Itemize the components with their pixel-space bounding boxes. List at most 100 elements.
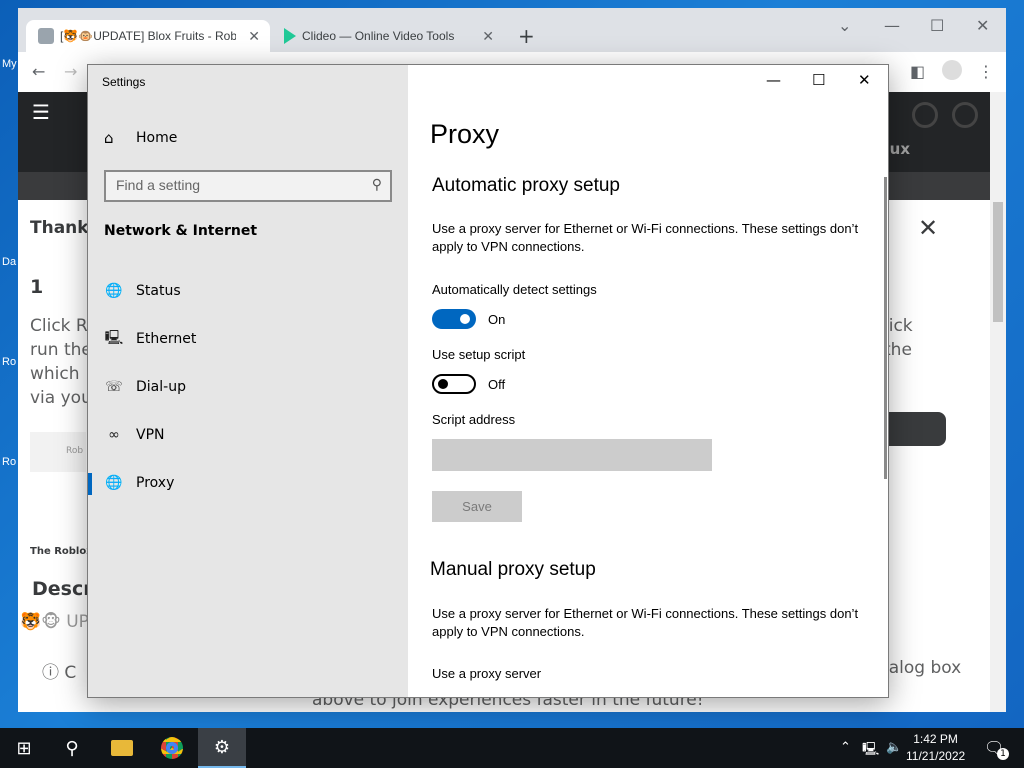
taskbar: ⊞ ⚲ ⚙ ⌃ 🖳 🔈 1:42 PM 11/21/2022 🗨 1 (0, 728, 1024, 768)
forward-arrow-icon[interactable]: → (64, 62, 77, 81)
manual-proxy-heading: Manual proxy setup (430, 559, 596, 580)
setup-script-state: Off (488, 377, 506, 392)
robux-hexagon-icon[interactable] (912, 102, 938, 128)
search-placeholder: Find a setting (116, 177, 201, 193)
desktop-icon-label[interactable]: Ro (2, 456, 16, 468)
nav-item-proxy[interactable]: 🌐 Proxy (88, 463, 408, 503)
script-address-label: Script address (432, 412, 516, 427)
nav-label: Status (136, 283, 181, 299)
content-scrollbar[interactable] (884, 177, 887, 479)
description-title: Descr (32, 578, 93, 600)
nav-item-status[interactable]: 🌐 Status (88, 271, 408, 311)
settings-window: Settings ⌂ Home Find a setting ⚲ Network… (87, 64, 889, 698)
modal-footnote: The Roblox (30, 546, 93, 557)
close-window-icon[interactable]: ✕ (976, 16, 989, 35)
close-tab-icon[interactable]: ✕ (248, 28, 260, 45)
maximize-icon[interactable]: ☐ (930, 16, 944, 35)
notification-count-badge: 1 (997, 748, 1009, 760)
clideo-favicon-icon (284, 28, 296, 44)
tab-title: Clideo — Online Video Tools (302, 29, 455, 43)
window-title: Settings (102, 75, 146, 89)
toggle-knob (438, 379, 448, 389)
modal-close-icon[interactable]: ✕ (918, 214, 938, 242)
clock[interactable]: 1:42 PM 11/21/2022 (906, 731, 965, 765)
search-icon[interactable]: ⚲ (48, 728, 96, 768)
status-globe-icon: 🌐 (105, 283, 123, 299)
minimize-icon[interactable]: — (884, 16, 900, 35)
desktop-icon-label[interactable]: My (2, 58, 17, 70)
instruction-line: run the (30, 340, 92, 360)
header-robux-text: ux (889, 140, 910, 158)
network-icon[interactable]: 🖳 (862, 740, 879, 762)
help-text-left-label: C (64, 663, 77, 683)
chrome-icon[interactable] (148, 728, 196, 768)
settings-gear-icon[interactable] (952, 102, 978, 128)
automatic-proxy-heading: Automatic proxy setup (432, 175, 620, 196)
browser-tab-clideo[interactable]: Clideo — Online Video Tools ✕ (272, 20, 504, 52)
maximize-icon[interactable]: ☐ (812, 71, 825, 89)
toggle-knob (460, 314, 470, 324)
page-title: Proxy (430, 119, 500, 149)
scrollbar-thumb[interactable] (993, 202, 1003, 322)
thumbnail-text: Rob (66, 446, 84, 456)
auto-detect-toggle[interactable] (432, 309, 476, 329)
instruction-line: via you (30, 388, 92, 408)
script-address-input[interactable] (432, 439, 712, 471)
settings-content: — ☐ ✕ Proxy Automatic proxy setup Use a … (408, 65, 888, 697)
setup-script-label: Use setup script (432, 347, 526, 362)
nav-label: VPN (136, 427, 165, 443)
section-title: Network & Internet (104, 223, 258, 239)
tab-title: [🐯🐵UPDATE] Blox Fruits - Rob (60, 29, 236, 43)
desktop-icon-label[interactable]: Da (2, 256, 16, 268)
auto-detect-state: On (488, 312, 506, 327)
proxy-globe-icon: 🌐 (105, 475, 123, 491)
close-window-icon[interactable]: ✕ (858, 71, 871, 89)
settings-sidebar: Settings ⌂ Home Find a setting ⚲ Network… (88, 65, 408, 697)
nav-item-dialup[interactable]: ☏ Dial-up (88, 367, 408, 407)
hamburger-menu-icon[interactable]: ☰ (32, 100, 50, 124)
new-tab-button[interactable]: + (518, 24, 535, 48)
nav-item-vpn[interactable]: ∞ VPN (88, 415, 408, 455)
instruction-line: which (30, 364, 80, 384)
home-icon: ⌂ (104, 129, 114, 147)
nav-label: Ethernet (136, 331, 197, 347)
dialup-icon: ☏ (105, 379, 123, 395)
minimize-icon[interactable]: — (766, 71, 781, 89)
nav-item-ethernet[interactable]: 🖳 Ethernet (88, 319, 408, 359)
home-nav-item[interactable]: ⌂ Home (104, 129, 177, 147)
nav-label: Proxy (136, 475, 175, 491)
update-text: 🐯🐵 UP (20, 612, 89, 632)
instruction-line: Click R (30, 316, 88, 336)
manual-proxy-description: Use a proxy server for Ethernet or Wi-Fi… (432, 606, 859, 639)
download-button[interactable] (884, 412, 946, 446)
step-number: 1 (30, 276, 44, 298)
help-text-right: ialog box (884, 658, 962, 678)
nav-label: Dial-up (136, 379, 186, 395)
page-scrollbar[interactable] (990, 92, 1006, 712)
side-panel-icon[interactable]: ◧ (910, 62, 925, 81)
automatic-proxy-description: Use a proxy server for Ethernet or Wi-Fi… (432, 221, 859, 254)
vpn-icon: ∞ (108, 427, 120, 443)
clock-date: 11/21/2022 (906, 749, 966, 763)
volume-icon[interactable]: 🔈 (886, 740, 902, 755)
help-text-left: ⓘ C (42, 663, 77, 683)
setup-script-toggle[interactable] (432, 374, 476, 394)
more-menu-icon[interactable]: ⋮ (978, 62, 994, 81)
back-arrow-icon[interactable]: ← (32, 62, 45, 81)
settings-gear-icon[interactable]: ⚙ (198, 728, 246, 768)
clock-time: 1:42 PM (913, 732, 958, 746)
ethernet-icon: 🖳 (104, 330, 124, 346)
save-button[interactable]: Save (432, 491, 522, 522)
desktop-icon-label[interactable]: Ro (2, 356, 16, 368)
search-icon: ⚲ (371, 176, 382, 192)
home-label: Home (136, 130, 178, 146)
file-explorer-icon[interactable] (98, 728, 146, 768)
start-windows-icon[interactable]: ⊞ (0, 728, 48, 768)
roblox-favicon-icon (38, 28, 54, 44)
close-tab-icon[interactable]: ✕ (482, 28, 494, 45)
tab-search-chevron-icon[interactable]: ⌄ (838, 16, 851, 35)
profile-avatar-icon[interactable] (942, 60, 962, 80)
find-setting-search[interactable]: Find a setting ⚲ (104, 170, 392, 202)
tray-chevron-icon[interactable]: ⌃ (840, 740, 851, 755)
installer-thumbnail: Rob (30, 432, 86, 472)
